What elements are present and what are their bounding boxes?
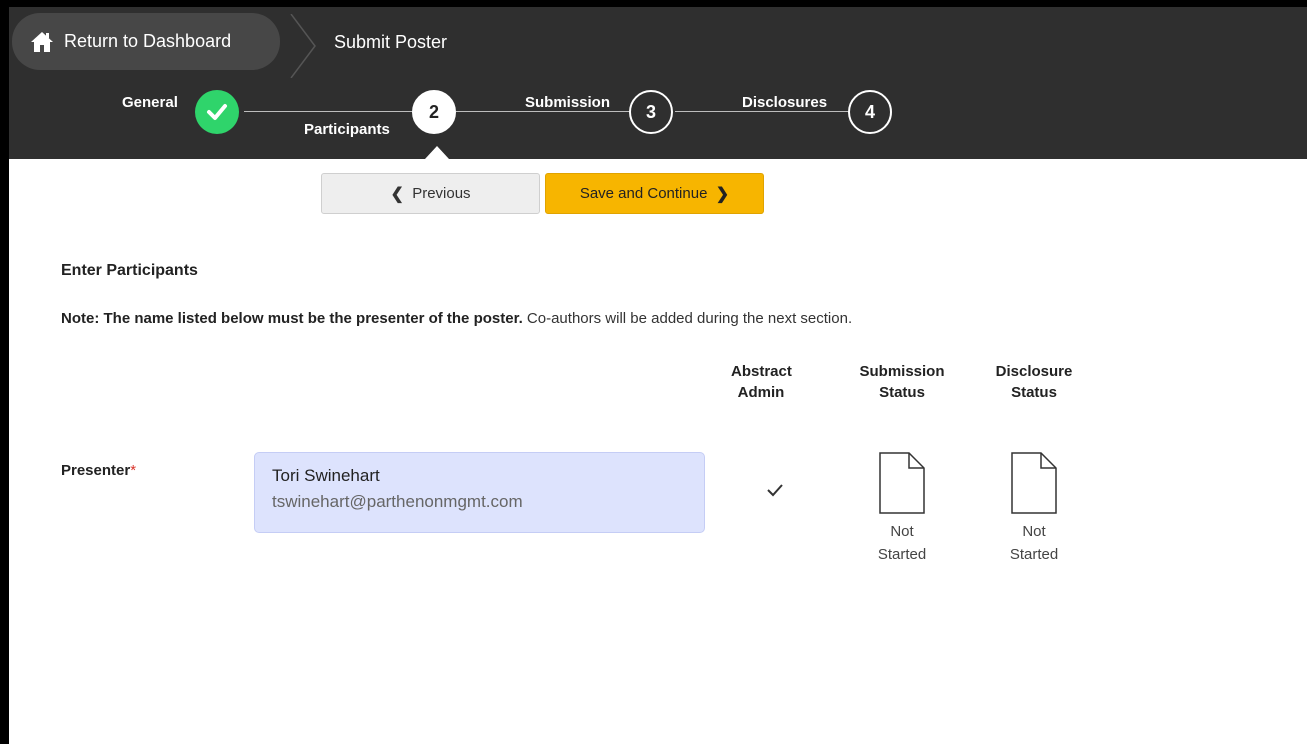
presenter-label-text: Presenter	[61, 462, 131, 479]
step-connector	[456, 111, 631, 112]
abstract-admin-checkmark-icon[interactable]	[762, 477, 788, 503]
step-general-label: General	[122, 94, 178, 111]
presenter-field[interactable]: Tori Swinehart tswinehart@parthenonmgmt.…	[254, 452, 705, 533]
section-title: Enter Participants	[61, 262, 198, 279]
presenter-note: Note: The name listed below must be the …	[61, 310, 852, 327]
chevron-right-icon: ❯	[715, 185, 730, 203]
submission-status-header-line1: Submission	[859, 363, 945, 380]
disclosure-status-header-line1: Disclosure	[995, 363, 1073, 380]
previous-button-label: Previous	[412, 185, 471, 202]
step-participants-label: Participants	[304, 121, 390, 138]
presenter-name: Tori Swinehart	[272, 466, 380, 485]
abstract-admin-header-line1: Abstract	[731, 363, 792, 380]
disclosure-status-text: Not Started	[994, 520, 1074, 566]
page-title: Submit Poster	[334, 32, 448, 52]
step-disclosures-circle[interactable]: 4	[848, 90, 892, 134]
disclosure-status-line2: Started	[1009, 546, 1059, 563]
step-submission-circle[interactable]: 3	[629, 90, 673, 134]
home-icon	[31, 31, 53, 52]
presenter-label: Presenter*	[61, 462, 136, 479]
submission-status-header: Submission Status	[847, 361, 957, 403]
return-to-dashboard-button[interactable]: Return to Dashboard	[12, 13, 280, 70]
note-text: Co-authors will be added during the next…	[522, 310, 853, 327]
step-connector	[244, 111, 412, 112]
step-connector	[675, 111, 850, 112]
previous-button[interactable]: ❮ Previous	[321, 173, 540, 214]
step-submission-label: Submission	[525, 94, 611, 111]
active-step-pointer	[425, 146, 449, 159]
submission-status-header-line2: Status	[879, 384, 925, 401]
disclosure-status-line1: Not	[1022, 523, 1046, 540]
note-bold-text: Note: The name listed below must be the …	[61, 310, 523, 327]
submission-status-text: Not Started	[862, 520, 942, 566]
abstract-admin-header: Abstract Admin	[731, 361, 792, 403]
submission-status-line1: Not	[890, 523, 914, 540]
top-navigation-bar: Return to Dashboard Submit Poster Genera…	[9, 7, 1307, 159]
step-disclosures-label: Disclosures	[742, 94, 828, 111]
submission-status-line2: Started	[877, 546, 927, 563]
chevron-left-icon: ❮	[390, 185, 404, 203]
required-marker: *	[130, 462, 137, 479]
presenter-email: tswinehart@parthenonmgmt.com	[272, 492, 523, 511]
abstract-admin-header-line2: Admin	[737, 384, 785, 401]
check-icon	[207, 104, 227, 120]
return-to-dashboard-label: Return to Dashboard	[64, 31, 232, 51]
disclosure-status-header-line2: Status	[1011, 384, 1057, 401]
disclosure-status-document-icon	[1011, 452, 1057, 514]
save-and-continue-button[interactable]: Save and Continue ❯	[545, 173, 764, 214]
save-button-label: Save and Continue	[579, 185, 708, 202]
submission-status-document-icon	[879, 452, 925, 514]
step-participants-circle[interactable]: 2	[412, 90, 456, 134]
breadcrumb-separator-icon	[290, 14, 316, 78]
disclosure-status-header: Disclosure Status	[979, 361, 1089, 403]
step-general-circle[interactable]	[195, 90, 239, 134]
